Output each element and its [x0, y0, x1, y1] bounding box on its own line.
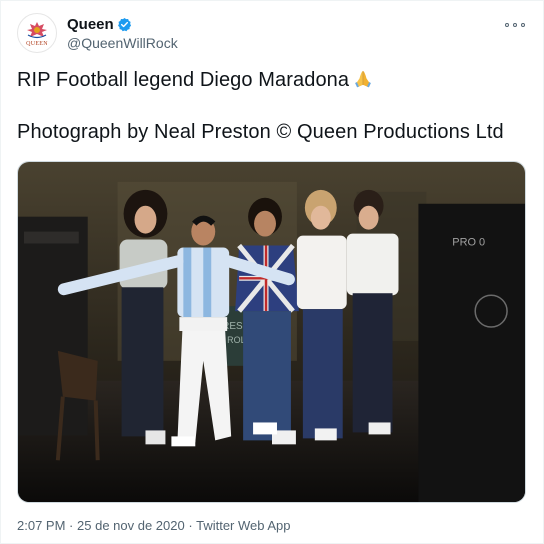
tweet-card: QUEEN Queen @QueenWillRock RIP Football …	[0, 0, 544, 544]
tweet-text: RIP Football legend Diego Maradona Photo…	[17, 67, 529, 145]
avatar-wordmark: QUEEN	[26, 40, 48, 47]
tweet-line-1: RIP Football legend Diego Maradona	[17, 67, 529, 93]
tweet-line-2: Photograph by Neal Preston © Queen Produ…	[17, 121, 504, 143]
display-name[interactable]: Queen	[67, 16, 114, 33]
tweet-source[interactable]: Twitter Web App	[196, 518, 290, 533]
case-label-1: PRO 0	[452, 237, 485, 249]
tweet-line-1-text: RIP Football legend Diego Maradona	[17, 69, 350, 91]
meta-separator: ·	[188, 518, 193, 533]
queen-crest-icon	[27, 21, 47, 38]
author-names: Queen @QueenWillRock	[67, 16, 178, 51]
band-photo: PRO 0 RES ROL	[18, 162, 525, 502]
meta-separator: ·	[69, 518, 74, 533]
tweet-date[interactable]: 25 de nov de 2020	[77, 518, 185, 533]
tweet-photo[interactable]: PRO 0 RES ROL	[17, 161, 526, 503]
tweet-meta: 2:07 PM · 25 de nov de 2020 · Twitter We…	[17, 518, 291, 533]
more-options-icon[interactable]	[505, 17, 525, 33]
case-label-3: ROL	[227, 335, 245, 345]
verified-badge-icon	[117, 17, 131, 32]
handle[interactable]: @QueenWillRock	[67, 35, 178, 51]
tweet-time[interactable]: 2:07 PM	[17, 518, 65, 533]
avatar[interactable]: QUEEN	[17, 13, 57, 53]
display-name-row: Queen	[67, 16, 178, 33]
folded-hands-emoji-icon	[355, 71, 372, 88]
tweet-header: QUEEN Queen @QueenWillRock	[17, 13, 529, 61]
